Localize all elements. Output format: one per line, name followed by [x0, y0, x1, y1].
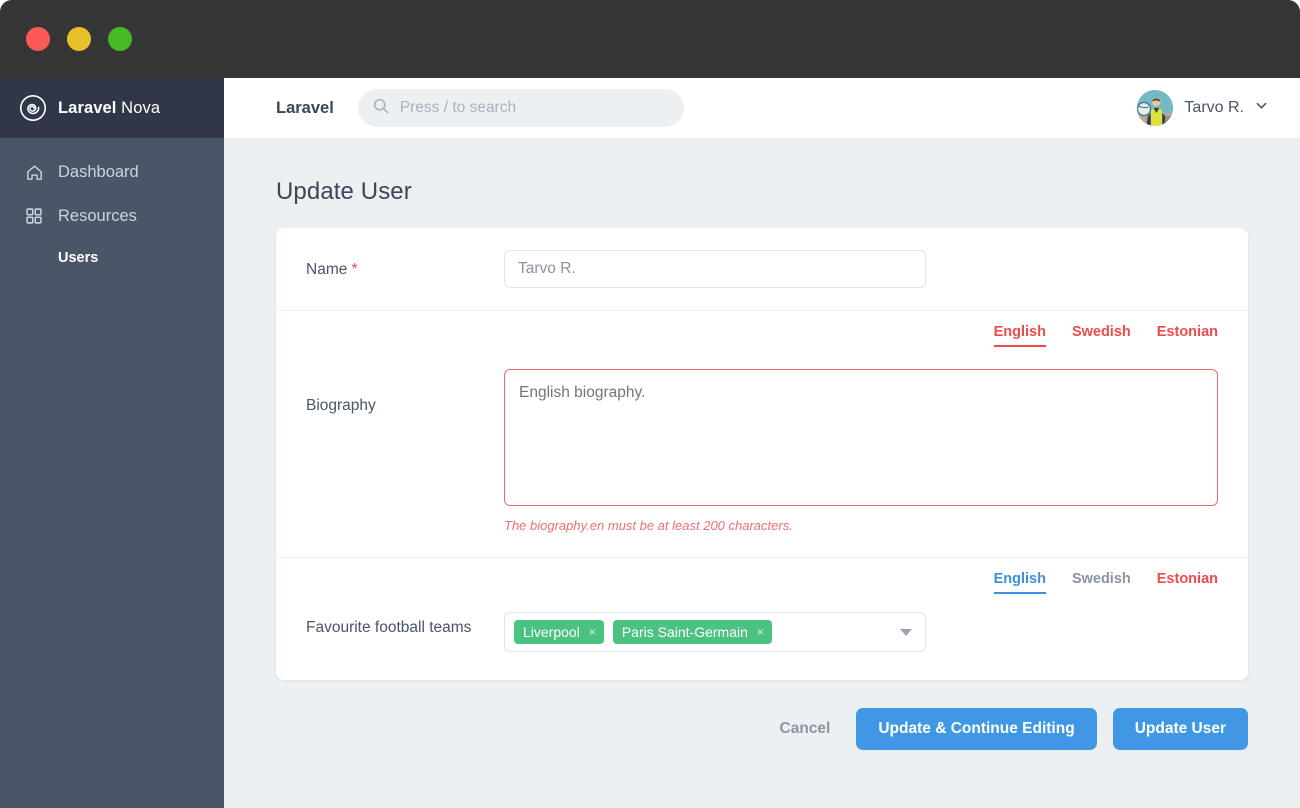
- breadcrumb: Laravel: [276, 98, 334, 117]
- sidebar: Laravel Nova Dashboard Resources Users: [0, 78, 224, 808]
- name-label-text: Name: [306, 260, 348, 278]
- update-user-button[interactable]: Update User: [1112, 708, 1248, 750]
- teams-field-label: Favourite football teams: [306, 619, 472, 636]
- favourite-teams-multiselect[interactable]: Liverpool × Paris Saint-Germain ×: [504, 612, 926, 652]
- remove-tag-icon[interactable]: ×: [589, 626, 596, 638]
- brand-bold: Laravel: [58, 98, 117, 117]
- biography-locale-tabs: English Swedish Estonian: [276, 311, 1248, 347]
- field-row-favourite-football-teams: Favourite football teams Liverpool × Par…: [276, 594, 1248, 680]
- name-field-wrap: [504, 228, 1218, 310]
- laravel-nova-spiral-logo-icon: [20, 95, 46, 121]
- biography-field-wrap: The biography.en must be at least 200 ch…: [504, 347, 1218, 557]
- locale-tab-swedish-teams[interactable]: Swedish: [1072, 571, 1131, 594]
- sidebar-brand[interactable]: Laravel Nova: [0, 78, 224, 138]
- teams-locale-tabs: English Swedish Estonian: [276, 558, 1248, 594]
- user-menu[interactable]: Tarvo R.: [1137, 90, 1280, 126]
- page-title: Update User: [276, 178, 412, 205]
- biography-textarea[interactable]: [504, 369, 1218, 506]
- update-and-continue-editing-button[interactable]: Update & Continue Editing: [856, 708, 1097, 750]
- biography-field-label: Biography: [306, 397, 376, 414]
- home-icon: [24, 162, 44, 182]
- name-input[interactable]: [504, 250, 926, 288]
- locale-tab-estonian-biography[interactable]: Estonian: [1157, 324, 1218, 347]
- search-input[interactable]: [399, 99, 670, 117]
- locale-tab-swedish-biography[interactable]: Swedish: [1072, 324, 1131, 347]
- topbar: Laravel Press / to search Tarvo R.: [224, 78, 1300, 138]
- required-marker: *: [351, 260, 358, 278]
- field-row-biography: Biography The biography.en must be at le…: [276, 347, 1248, 558]
- sidebar-item-users-label: Users: [58, 250, 99, 266]
- sidebar-item-dashboard-label: Dashboard: [58, 162, 139, 181]
- avatar: [1137, 90, 1174, 126]
- search-icon: [372, 97, 390, 120]
- locale-tab-english-biography[interactable]: English: [993, 324, 1046, 347]
- main-column: Laravel Press / to search Tarvo R. Updat…: [224, 78, 1300, 808]
- update-user-form-card: Name * English Swedish Estonian Biograph…: [276, 228, 1248, 680]
- name-field-label: Name *: [306, 259, 504, 280]
- remove-tag-icon[interactable]: ×: [757, 626, 764, 638]
- window-controls: [26, 27, 132, 51]
- form-actions: Cancel Update & Continue Editing Update …: [276, 680, 1248, 750]
- app-window: Laravel Nova Dashboard Resources Users L…: [0, 0, 1300, 808]
- window-titlebar: [0, 0, 1300, 78]
- search-field[interactable]: [357, 89, 684, 127]
- locale-tab-english-teams[interactable]: English: [993, 571, 1046, 594]
- sidebar-item-users[interactable]: Users: [0, 238, 224, 278]
- tag-label: Liverpool: [523, 624, 580, 640]
- biography-validation-error: The biography.en must be at least 200 ch…: [504, 518, 793, 533]
- minimize-window-button[interactable]: [67, 27, 91, 51]
- teams-field-wrap: Liverpool × Paris Saint-Germain ×: [504, 594, 1218, 680]
- user-name-label: Tarvo R.: [1184, 99, 1244, 116]
- grid-icon: [24, 206, 44, 226]
- chevron-down-icon: [1255, 99, 1268, 117]
- sidebar-item-resources-label: Resources: [58, 206, 137, 225]
- sidebar-nav: Dashboard Resources Users: [0, 138, 224, 278]
- sidebar-brand-label: Laravel Nova: [58, 99, 160, 118]
- selected-tag-paris-saint-germain[interactable]: Paris Saint-Germain ×: [612, 620, 772, 644]
- app-body: Laravel Nova Dashboard Resources Users L…: [0, 78, 1300, 808]
- sidebar-item-dashboard[interactable]: Dashboard: [0, 150, 224, 194]
- brand-light: Nova: [116, 98, 161, 117]
- sidebar-item-resources[interactable]: Resources: [0, 194, 224, 238]
- field-row-name: Name *: [276, 228, 1248, 311]
- cancel-button[interactable]: Cancel: [770, 712, 841, 746]
- close-window-button[interactable]: [26, 27, 50, 51]
- maximize-window-button[interactable]: [108, 27, 132, 51]
- chevron-down-icon[interactable]: [900, 629, 912, 636]
- locale-tab-estonian-teams[interactable]: Estonian: [1157, 571, 1218, 594]
- tag-label: Paris Saint-Germain: [621, 624, 748, 640]
- content-area: Update User Name * English Swedish Eston…: [224, 138, 1300, 808]
- selected-tag-liverpool[interactable]: Liverpool ×: [514, 620, 604, 644]
